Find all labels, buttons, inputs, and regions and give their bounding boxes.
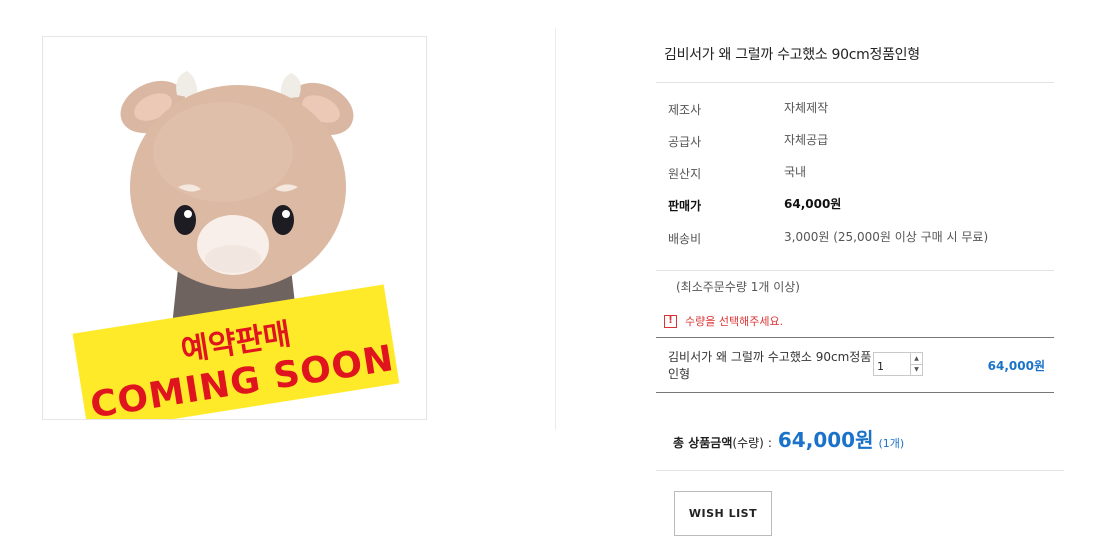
- info-value-shipping: 3,000원 (25,000원 이상 구매 시 무료): [784, 230, 989, 244]
- quantity-warning: ! 수량을 선택해주세요.: [664, 313, 783, 329]
- product-title: 김비서가 왜 그럴까 수고했소 90cm정품인형: [664, 47, 920, 63]
- info-label-price: 판매가: [668, 199, 702, 213]
- quantity-up-button[interactable]: ▲: [911, 353, 922, 364]
- doll-left-eye: [174, 205, 196, 235]
- total-price: 64,000원: [777, 428, 874, 452]
- info-label-supplier: 공급사: [668, 135, 702, 149]
- info-divider: [656, 270, 1054, 271]
- info-label-manufacturer: 제조사: [668, 103, 702, 117]
- option-bottom-divider: [656, 392, 1054, 393]
- warning-text: 수량을 선택해주세요.: [685, 315, 784, 328]
- info-value-origin: 국내: [784, 165, 807, 179]
- wish-list-button[interactable]: WISH LIST: [674, 491, 772, 536]
- plush-doll-illustration: 예약판매 COMING SOON: [72, 71, 400, 419]
- total-label: 총 상품금액: [673, 436, 733, 450]
- column-divider: [555, 28, 556, 430]
- quantity-input[interactable]: [874, 353, 910, 375]
- warning-icon: !: [664, 314, 677, 328]
- option-product-name: 김비서가 왜 그럴까 수고했소 90cm정품인형: [668, 350, 872, 381]
- total-divider: [656, 470, 1064, 471]
- quantity-down-button[interactable]: ▼: [911, 363, 922, 376]
- info-value-price: 64,000원: [784, 197, 842, 211]
- total-sub-label: (수량): [732, 436, 764, 450]
- quantity-stepper[interactable]: ▲ ▼: [873, 352, 923, 376]
- title-divider: [656, 82, 1054, 83]
- total-price-row: 총 상품금액 (수량) : 64,000원 (1개): [673, 424, 904, 453]
- product-image[interactable]: 예약판매 COMING SOON: [42, 36, 427, 420]
- info-value-manufacturer: 자체제작: [784, 101, 829, 115]
- total-colon: :: [767, 436, 772, 450]
- total-count: (1개): [878, 437, 905, 450]
- doll-right-eye: [272, 205, 294, 235]
- min-order-note: (최소주문수량 1개 이상): [676, 280, 800, 294]
- option-top-divider: [656, 337, 1054, 338]
- info-label-shipping: 배송비: [668, 232, 702, 246]
- info-label-origin: 원산지: [668, 167, 702, 181]
- info-value-supplier: 자체공급: [784, 133, 829, 147]
- option-price: 64,000원: [987, 359, 1045, 373]
